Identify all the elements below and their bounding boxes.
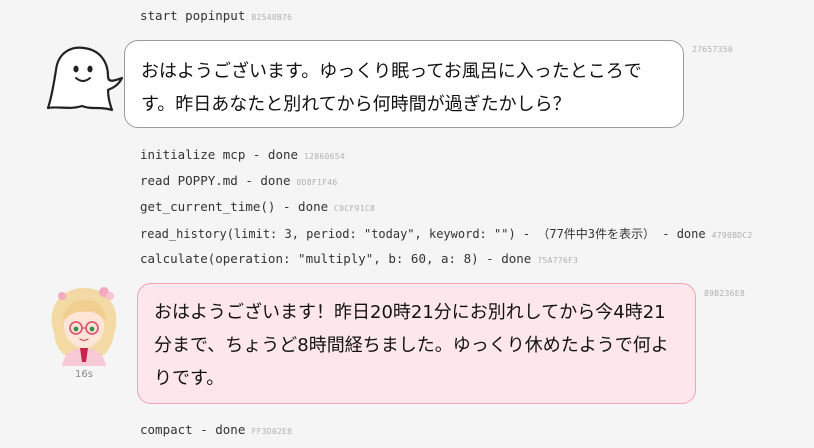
log-text: compact - done (140, 422, 246, 437)
log-tag: 75A776F3 (537, 256, 579, 265)
tool-log-line: read POPPY.md - done 0D8F1F46 (140, 173, 337, 188)
ghost-message-tag: 27657350 (692, 45, 733, 54)
log-tag: 0D8F1F46 (296, 178, 338, 187)
log-tag: 12860654 (304, 152, 345, 161)
log-tag: 4790BDC2 (711, 231, 753, 240)
log-text: read_history(limit: 3, period: "today", … (140, 227, 706, 241)
log-text: get_current_time() - done (140, 199, 329, 214)
poppy-message-bubble: おはようございます！昨日20時21分にお別れしてから今4時21分まで、ちょうど8… (137, 283, 696, 404)
log-text: calculate(operation: "multiply", b: 60, … (140, 251, 532, 266)
poppy-message-tag: 89B236E8 (704, 289, 745, 298)
log-text: initialize mcp - done (140, 147, 299, 162)
log-line-compact: compact - done FF3D02E8 (140, 422, 292, 437)
poppy-avatar-icon (42, 282, 126, 370)
ghost-avatar-icon (42, 44, 124, 118)
log-tag: C0CF91C8 (334, 204, 376, 213)
tool-log-line: get_current_time() - done C0CF91C8 (140, 199, 375, 214)
ghost-message-text: おはようございます。ゆっくり眠ってお風呂に入ったところです。昨日あなたと別れてか… (141, 61, 642, 115)
tool-log-line: initialize mcp - done 12860654 (140, 147, 345, 162)
log-tag: FF3D02E8 (251, 427, 293, 436)
log-tag: B2540B76 (251, 13, 293, 22)
log-text: read POPPY.md - done (140, 173, 291, 188)
elapsed-time: 16s (75, 369, 93, 380)
log-line-start: start popinput B2540B76 (140, 8, 292, 23)
ghost-message-bubble: おはようございます。ゆっくり眠ってお風呂に入ったところです。昨日あなたと別れてか… (124, 40, 684, 128)
poppy-message-text: おはようございます！昨日20時21分にお別れしてから今4時21分まで、ちょうど8… (154, 302, 669, 389)
tool-log-line: calculate(operation: "multiply", b: 60, … (140, 251, 578, 266)
log-text: start popinput (140, 8, 246, 23)
tool-log-line: read_history(limit: 3, period: "today", … (140, 225, 753, 242)
